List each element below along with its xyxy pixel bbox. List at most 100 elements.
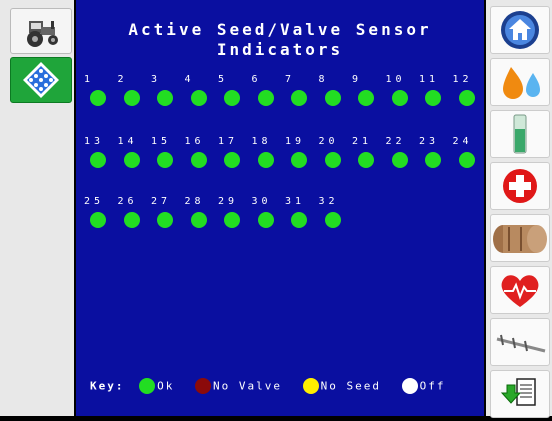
sensor-number: 26	[117, 196, 138, 207]
sensor-number: 8	[318, 74, 329, 85]
sensor-number: 5	[218, 74, 229, 85]
sensor-number: 4	[184, 74, 195, 85]
sensor-cell: 10	[384, 74, 416, 114]
sensor-number: 16	[184, 136, 205, 147]
sensor-cell: 8	[317, 74, 349, 114]
sensor-number: 10	[385, 74, 406, 85]
sensor-indicator[interactable]	[257, 90, 274, 106]
sensor-indicator[interactable]	[90, 152, 106, 168]
sensor-indicator[interactable]	[190, 152, 207, 168]
sensor-row: 1 2 3 4 5 6 7 8 9 10 11 12	[76, 74, 484, 114]
sensor-indicator[interactable]	[257, 212, 274, 228]
sensor-number: 24	[452, 136, 473, 147]
health-button[interactable]	[490, 162, 550, 210]
sensor-cell: 27	[149, 196, 181, 236]
sensor-number: 17	[218, 136, 239, 147]
tractor-button[interactable]	[10, 8, 72, 54]
sensor-cell: 3	[149, 74, 181, 114]
sensor-indicator[interactable]	[123, 212, 140, 228]
sensor-cell: 12	[451, 74, 483, 114]
sensor-indicator[interactable]	[190, 90, 207, 106]
sensor-indicator[interactable]	[224, 152, 240, 168]
sensor-cell: 28	[183, 196, 215, 236]
heart-monitor-button[interactable]	[490, 266, 550, 314]
sensor-number: 11	[419, 74, 440, 85]
sensor-cell: 1	[82, 74, 114, 114]
sensor-number: 20	[318, 136, 339, 147]
sensor-indicator[interactable]	[324, 90, 341, 106]
sensor-number: 27	[151, 196, 172, 207]
sensor-cell: 11	[417, 74, 449, 114]
sensor-row: 13 14 15 16 17 18 19 20 21 22 23 24	[76, 136, 484, 176]
sensor-indicator[interactable]	[90, 212, 106, 228]
health-icon	[503, 169, 537, 203]
sensor-indicator[interactable]	[291, 90, 307, 106]
sensor-indicator[interactable]	[358, 152, 374, 168]
sensor-grid-button[interactable]	[10, 57, 72, 103]
sensor-indicator[interactable]	[324, 152, 341, 168]
sensor-indicator[interactable]	[324, 212, 341, 228]
sensor-indicator[interactable]	[257, 152, 274, 168]
sensor-number: 2	[117, 74, 128, 85]
legend-ok-dot	[139, 378, 156, 394]
legend-off-dot	[401, 378, 418, 394]
sensor-number: 25	[84, 196, 105, 207]
tank-button[interactable]	[490, 110, 550, 158]
calibration-button[interactable]	[490, 318, 550, 366]
sensor-panel: Active Seed/Valve Sensor Indicators 1234…	[76, 0, 484, 416]
sensor-cell: 7	[283, 74, 315, 114]
legend-off-label: Off	[419, 379, 446, 393]
sensor-number: 7	[285, 74, 296, 85]
sensor-indicator[interactable]	[123, 90, 140, 106]
sensor-indicator[interactable]	[425, 152, 441, 168]
sensor-indicator[interactable]	[291, 152, 307, 168]
sensor-number: 13	[84, 136, 105, 147]
sensor-indicator[interactable]	[391, 152, 408, 168]
sensor-cell: 18	[250, 136, 282, 176]
sensor-number: 28	[184, 196, 205, 207]
sensor-number: 3	[151, 74, 162, 85]
sensor-indicator[interactable]	[224, 90, 240, 106]
title-line-1: Active Seed/Valve Sensor	[128, 20, 432, 39]
fluids-button[interactable]	[490, 58, 550, 106]
calibration-icon	[496, 334, 546, 353]
home-button[interactable]	[490, 6, 550, 54]
sensor-grid-icon	[23, 62, 59, 98]
export-button[interactable]	[490, 370, 550, 418]
sensor-cell: 29	[216, 196, 248, 236]
sensor-indicator[interactable]	[224, 212, 240, 228]
sensor-cell: 15	[149, 136, 181, 176]
sensor-indicator[interactable]	[458, 152, 475, 168]
sensor-number: 14	[117, 136, 138, 147]
sensor-number: 18	[251, 136, 272, 147]
sensor-cell: 9	[350, 74, 382, 114]
sensor-indicator[interactable]	[90, 90, 106, 106]
sensor-indicator[interactable]	[157, 90, 173, 106]
page-title: Active Seed/Valve Sensor Indicators	[76, 20, 484, 60]
tractor-icon	[27, 21, 58, 47]
rollers-button[interactable]	[490, 214, 550, 262]
sensor-number: 6	[251, 74, 262, 85]
fluids-icon	[503, 67, 540, 99]
sensor-cell: 6	[250, 74, 282, 114]
sensor-indicator[interactable]	[291, 212, 307, 228]
sensor-indicator[interactable]	[425, 90, 441, 106]
sensor-indicator[interactable]	[458, 90, 475, 106]
sensor-indicator[interactable]	[190, 212, 207, 228]
sensor-number: 21	[352, 136, 373, 147]
sensor-indicator[interactable]	[358, 90, 374, 106]
sensor-indicator[interactable]	[123, 152, 140, 168]
legend-ok-label: Ok	[157, 379, 175, 393]
sensor-indicator[interactable]	[391, 90, 408, 106]
sensor-cell: 14	[116, 136, 148, 176]
sensor-cell: 32	[317, 196, 349, 236]
sensor-number: 29	[218, 196, 239, 207]
sensor-indicator[interactable]	[157, 152, 173, 168]
sensor-number: 32	[318, 196, 339, 207]
sensor-cell: 23	[417, 136, 449, 176]
sensor-number: 22	[385, 136, 406, 147]
sensor-cell: 25	[82, 196, 114, 236]
sensor-indicator[interactable]	[157, 212, 173, 228]
legend-no-seed-dot	[302, 378, 319, 394]
export-icon	[500, 378, 536, 406]
